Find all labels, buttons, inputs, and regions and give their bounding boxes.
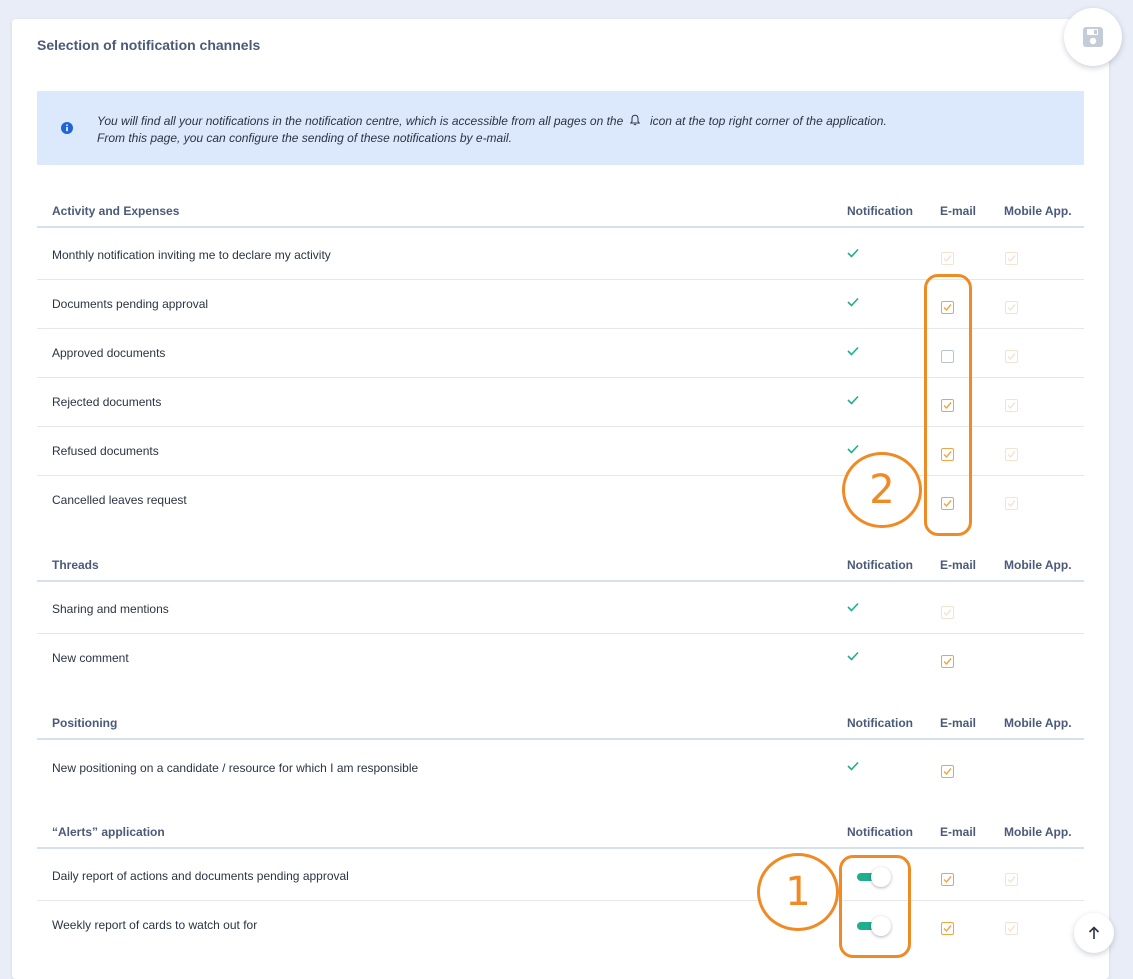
table-row: New positioning on a candidate / resourc… (37, 744, 1084, 793)
floppy-disk-icon (1083, 27, 1103, 47)
section-header-positioning: Positioning Notification E-mail Mobile A… (37, 704, 1084, 740)
row-label: Sharing and mentions (52, 602, 169, 616)
mobile-checkbox (1005, 399, 1018, 412)
table-row: Daily report of actions and documents pe… (37, 852, 1084, 901)
mobile-checkbox (1005, 497, 1018, 510)
page-title: Selection of notification channels (37, 37, 261, 53)
email-checkbox[interactable] (941, 765, 954, 778)
check-icon (847, 395, 859, 405)
mobile-checkbox (1005, 301, 1018, 314)
row-label: New positioning on a candidate / resourc… (52, 761, 419, 775)
annotation-badge-1: 1 (757, 853, 839, 931)
column-email: E-mail (940, 716, 977, 730)
column-email: E-mail (940, 825, 977, 839)
row-label: Documents pending approval (52, 297, 209, 311)
mobile-checkbox (1005, 922, 1018, 935)
column-notification: Notification (847, 716, 913, 730)
column-email: E-mail (940, 558, 977, 572)
column-notification: Notification (847, 558, 913, 572)
table-row: New comment (37, 634, 1084, 683)
section-header-activity: Activity and Expenses Notification E-mai… (37, 192, 1084, 228)
row-label: Weekly report of cards to watch out for (52, 918, 258, 932)
row-label: Refused documents (52, 444, 159, 458)
check-icon (847, 248, 859, 258)
info-icon (61, 122, 73, 134)
email-column-highlight (924, 274, 972, 536)
save-button[interactable] (1064, 8, 1122, 66)
table-row: Monthly notification inviting me to decl… (37, 231, 1084, 280)
row-label: Cancelled leaves request (52, 493, 187, 507)
check-icon (847, 602, 859, 612)
column-email: E-mail (940, 204, 977, 218)
info-line1-end: icon at the top right corner of the appl… (649, 114, 887, 128)
column-mobile: Mobile App. (1004, 825, 1072, 839)
email-checkbox[interactable] (941, 922, 954, 935)
table-row: Sharing and mentions (37, 585, 1084, 634)
section-title: “Alerts” application (52, 825, 165, 839)
column-notification: Notification (847, 204, 913, 218)
email-checkbox (941, 252, 954, 265)
row-label: New comment (52, 651, 129, 665)
mobile-checkbox (1005, 252, 1018, 265)
column-mobile: Mobile App. (1004, 204, 1072, 218)
column-mobile: Mobile App. (1004, 558, 1072, 572)
back-to-top-button[interactable] (1074, 913, 1114, 953)
column-mobile: Mobile App. (1004, 716, 1072, 730)
column-notification: Notification (847, 825, 913, 839)
check-icon (847, 651, 859, 661)
annotation-badge-2: 2 (842, 452, 922, 528)
check-icon (847, 761, 859, 771)
toggle-highlight (839, 855, 911, 958)
section-header-threads: Threads Notification E-mail Mobile App. (37, 546, 1084, 582)
email-checkbox[interactable] (941, 873, 954, 886)
info-banner: You will find all your notifications in … (37, 91, 1084, 165)
mobile-checkbox (1005, 350, 1018, 363)
email-checkbox[interactable] (941, 655, 954, 668)
arrow-up-icon (1088, 926, 1100, 939)
check-icon (847, 444, 859, 454)
email-checkbox (941, 606, 954, 619)
row-label: Daily report of actions and documents pe… (52, 869, 349, 883)
row-label: Approved documents (52, 346, 166, 360)
section-title: Activity and Expenses (52, 204, 180, 218)
row-label: Monthly notification inviting me to decl… (52, 248, 331, 262)
info-text: You will find all your notifications in … (97, 113, 887, 147)
row-label: Rejected documents (52, 395, 162, 409)
mobile-checkbox (1005, 873, 1018, 886)
section-title: Positioning (52, 716, 118, 730)
table-row: Weekly report of cards to watch out for (37, 901, 1084, 950)
section-title: Threads (52, 558, 99, 572)
bell-icon (629, 114, 640, 126)
info-line1-start: You will find all your notifications in … (97, 114, 624, 128)
check-icon (847, 346, 859, 356)
info-line2: From this page, you can configure the se… (97, 131, 512, 145)
section-header-alerts: “Alerts” application Notification E-mail… (37, 813, 1084, 849)
mobile-checkbox (1005, 448, 1018, 461)
check-icon (847, 297, 859, 307)
